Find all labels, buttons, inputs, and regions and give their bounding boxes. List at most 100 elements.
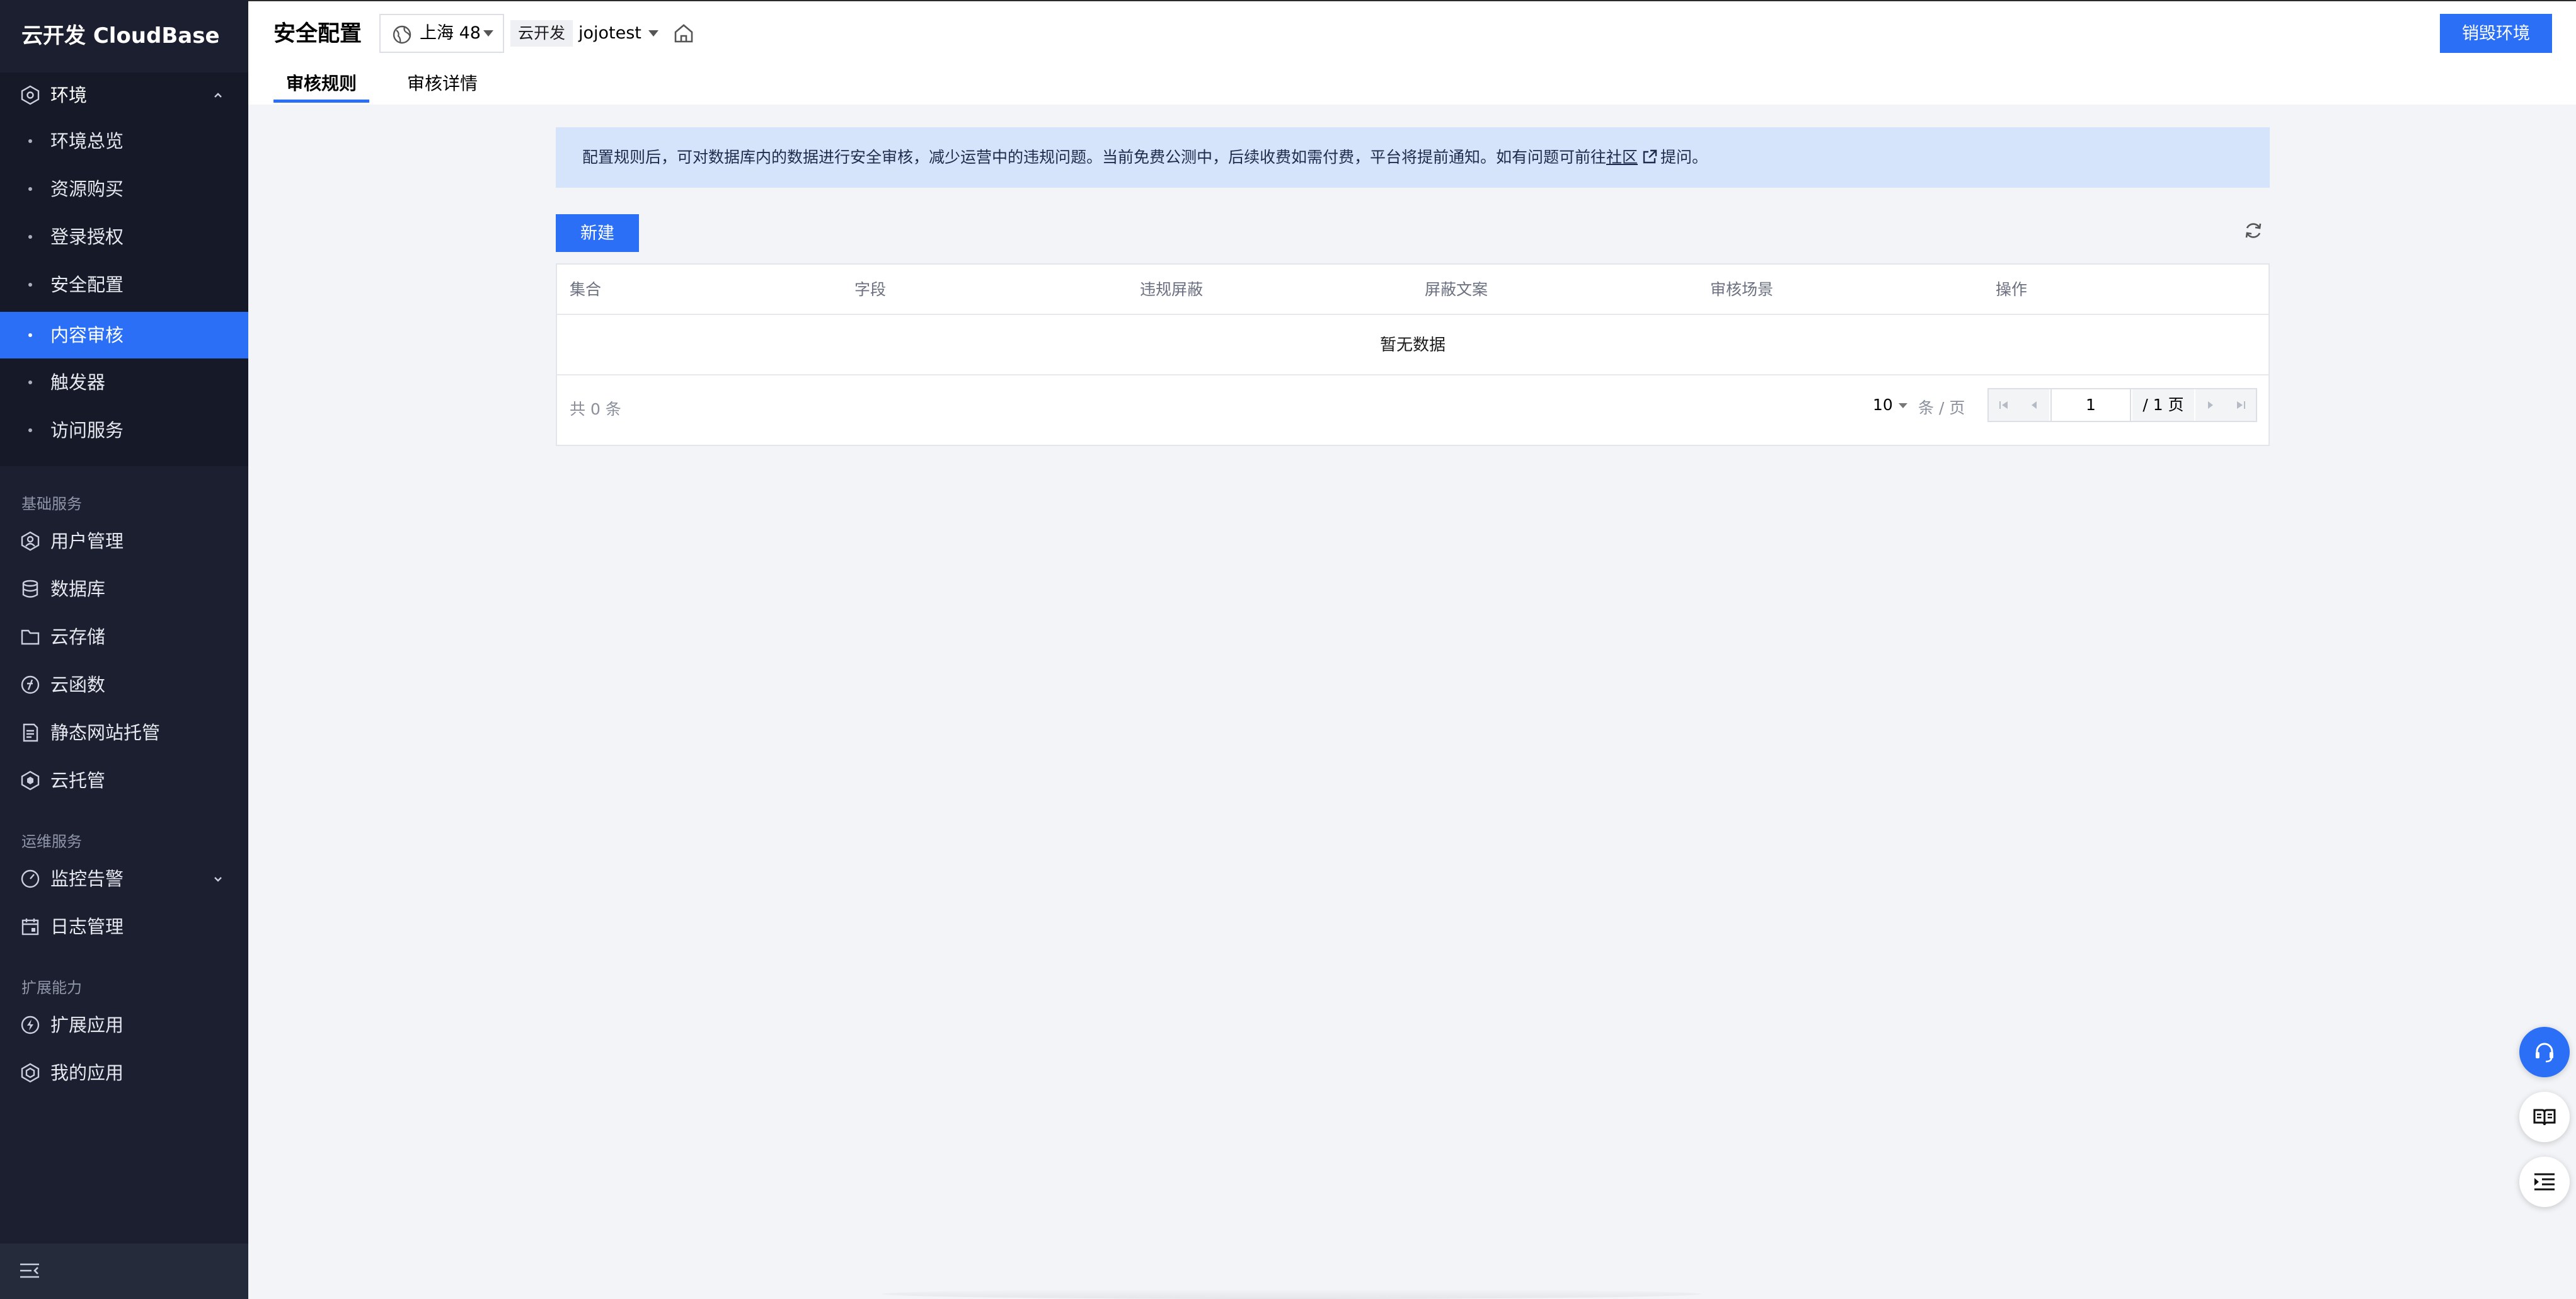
sidebar-item-security-config[interactable]: 安全配置: [0, 261, 248, 308]
total-count: 共 0 条: [570, 400, 621, 418]
sidebar-footer: [0, 1244, 248, 1299]
outline-toggle-button[interactable]: [2519, 1157, 2570, 1207]
list-indent-icon: [2534, 1173, 2555, 1191]
page-title: 安全配置: [273, 21, 362, 47]
next-page-icon: [2208, 401, 2213, 409]
sidebar-item-env[interactable]: 环境: [0, 72, 248, 118]
sidebar-item-database[interactable]: 数据库: [0, 566, 248, 612]
collapse-menu-icon[interactable]: [19, 1261, 40, 1280]
section-title-basic: 基础服务: [21, 495, 82, 513]
sidebar-item-label: 环境: [50, 84, 88, 106]
function-icon: [21, 675, 40, 694]
sidebar-item-cloud-function[interactable]: 云函数: [0, 661, 248, 708]
sidebar-item-env-overview[interactable]: 环境总览: [0, 118, 248, 164]
sidebar-item-extension-apps[interactable]: 扩展应用: [0, 1002, 248, 1048]
sidebar-item-label: 数据库: [50, 578, 106, 600]
sidebar-item-label: 用户管理: [50, 530, 124, 552]
sidebar-item-login-auth[interactable]: 登录授权: [0, 214, 248, 260]
customer-service-button[interactable]: [2519, 1027, 2570, 1077]
prev-page-button[interactable]: [2019, 389, 2049, 421]
home-icon[interactable]: [673, 23, 694, 44]
env-icon: [21, 85, 40, 105]
page-size-select[interactable]: 10: [1873, 396, 1908, 414]
sidebar-item-trigger[interactable]: 触发器: [0, 359, 248, 406]
globe-icon: [393, 25, 411, 44]
sidebar-item-resource-purchase[interactable]: 资源购买: [0, 166, 248, 212]
sidebar-item-cloud-storage[interactable]: 云存储: [0, 614, 248, 660]
document-icon: [23, 723, 38, 742]
rules-table: 集合 字段 违规屏蔽 屏蔽文案 审核场景 操作 暂无数据 共 0 条 10 条 …: [556, 263, 2270, 446]
bullet-icon: [28, 428, 32, 432]
tab-review-details[interactable]: 审核详情: [407, 69, 478, 103]
sidebar-item-my-apps[interactable]: 我的应用: [0, 1050, 248, 1096]
bullet-icon: [28, 381, 32, 384]
sidebar-item-label: 静态网站托管: [50, 722, 161, 743]
database-icon: [22, 580, 38, 598]
sidebar-item-label: 云托管: [50, 770, 106, 791]
column-header-block-text: 屏蔽文案: [1425, 280, 1488, 299]
hexagon-icon: [21, 770, 40, 791]
last-page-icon: [2237, 401, 2245, 409]
column-header-review-scene: 审核场景: [1710, 280, 1774, 299]
app-root: 云开发 CloudBase 环境 环境总览 资源购买 登录授权 安全配置 内容审…: [0, 0, 2576, 1299]
top-bar: 安全配置 上海 48 云开发 jojotest 销毁环境 审核规则 审核详情: [248, 0, 2576, 105]
headset-icon: [2536, 1043, 2553, 1063]
destroy-env-button[interactable]: 销毁环境: [2440, 14, 2552, 53]
sidebar-item-label: 我的应用: [50, 1062, 124, 1084]
empty-state: 暂无数据: [557, 315, 2268, 375]
bullet-icon: [28, 187, 32, 191]
region-value: 上海 48: [420, 23, 481, 43]
docs-button[interactable]: [2519, 1092, 2570, 1142]
sidebar-item-access-service[interactable]: 访问服务: [0, 407, 248, 454]
gauge-icon: [21, 869, 40, 888]
sidebar-item-user-management[interactable]: 用户管理: [0, 518, 248, 564]
sidebar-item-label: 内容审核: [50, 324, 124, 346]
section-title-extension: 扩展能力: [21, 979, 82, 997]
notice-suffix: 提问。: [1660, 148, 1708, 166]
bottom-shadow: [882, 1289, 1701, 1299]
env-group: 环境 环境总览 资源购买 登录授权 安全配置 内容审核 触发器 访问服务: [0, 72, 248, 466]
sidebar-item-label: 触发器: [50, 372, 106, 393]
sidebar-item-monitoring[interactable]: 监控告警: [0, 856, 248, 902]
folder-icon: [21, 629, 40, 645]
last-page-button[interactable]: [2226, 389, 2256, 421]
sidebar-item-content-review[interactable]: 内容审核: [0, 312, 248, 358]
column-header-violation-block: 违规屏蔽: [1140, 280, 1204, 299]
info-notice: 配置规则后，可对数据库内的数据进行安全审核，减少运营中的违规问题。当前免费公测中…: [556, 127, 2270, 188]
app-hex-icon: [21, 1063, 40, 1083]
sidebar-item-label: 访问服务: [50, 420, 124, 441]
user-hex-icon: [21, 531, 40, 551]
refresh-icon[interactable]: [2243, 220, 2263, 241]
sidebar-item-label: 云存储: [50, 626, 106, 648]
page-size-value: 10: [1873, 396, 1893, 414]
notice-text: 配置规则后，可对数据库内的数据进行安全审核，减少运营中的违规问题。当前免费公测中…: [582, 148, 1607, 166]
page-number-input[interactable]: 1: [2050, 389, 2131, 421]
sidebar-item-label: 云函数: [50, 674, 106, 695]
caret-down-icon: [1898, 403, 1907, 408]
sidebar-item-label: 环境总览: [50, 130, 124, 152]
sidebar-item-label: 日志管理: [50, 916, 124, 937]
sidebar-item-label: 资源购买: [50, 178, 124, 200]
new-rule-button[interactable]: 新建: [556, 214, 639, 252]
bullet-icon: [28, 333, 32, 337]
sidebar-item-static-hosting[interactable]: 静态网站托管: [0, 709, 248, 756]
brand-logo[interactable]: 云开发 CloudBase: [21, 19, 220, 53]
chevron-up-icon: [214, 93, 222, 98]
pagination: 1 / 1 页: [1987, 388, 2257, 422]
first-page-button[interactable]: [1989, 389, 2019, 421]
sidebar-item-log-management[interactable]: 日志管理: [0, 903, 248, 950]
bullet-icon: [28, 235, 32, 239]
sidebar-item-label: 监控告警: [50, 868, 124, 890]
table-header: 集合 字段 违规屏蔽 屏蔽文案 审核场景 操作: [557, 265, 2268, 315]
community-link[interactable]: 社区: [1606, 148, 1638, 166]
column-header-actions: 操作: [1996, 280, 2028, 299]
tab-review-rules[interactable]: 审核规则: [286, 69, 357, 103]
sidebar: 云开发 CloudBase 环境 环境总览 资源购买 登录授权 安全配置 内容审…: [0, 0, 248, 1299]
sidebar-item-cloud-hosting[interactable]: 云托管: [0, 757, 248, 804]
bullet-icon: [28, 139, 32, 143]
next-page-button[interactable]: [2195, 389, 2226, 421]
region-select[interactable]: 上海 48: [379, 14, 504, 53]
column-header-collection: 集合: [570, 280, 602, 299]
column-header-field: 字段: [854, 280, 887, 299]
external-link-icon[interactable]: [1642, 149, 1658, 165]
